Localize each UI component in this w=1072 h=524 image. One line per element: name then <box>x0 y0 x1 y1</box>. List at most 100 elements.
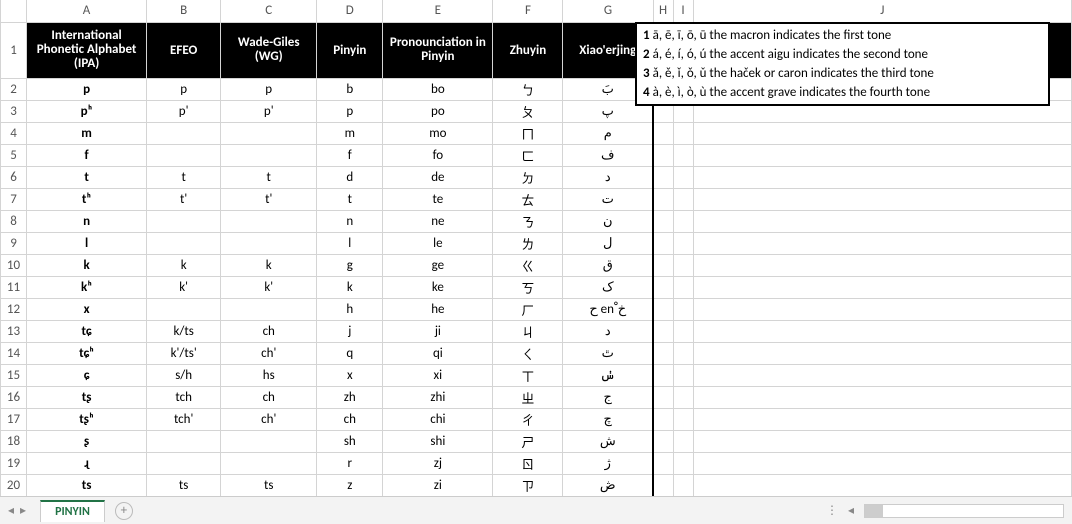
cell[interactable]: ㄓ <box>493 386 563 408</box>
cell[interactable] <box>221 452 317 474</box>
cell[interactable]: k <box>147 254 221 276</box>
cell[interactable] <box>221 210 317 232</box>
cell[interactable]: qi <box>383 342 493 364</box>
cell[interactable]: te <box>383 188 493 210</box>
cell[interactable]: ke <box>383 276 493 298</box>
row-header[interactable]: 14 <box>1 342 27 364</box>
col-header[interactable]: F <box>493 0 563 22</box>
col-header[interactable]: B <box>147 0 221 22</box>
cell[interactable] <box>673 232 693 254</box>
cell[interactable] <box>673 144 693 166</box>
row-header[interactable]: 5 <box>1 144 27 166</box>
cell[interactable]: ㄔ <box>493 408 563 430</box>
col-header[interactable]: J <box>693 0 1071 22</box>
horizontal-scrollbar[interactable] <box>864 504 1064 518</box>
row-header[interactable]: 9 <box>1 232 27 254</box>
cell[interactable]: ن <box>563 210 653 232</box>
cell[interactable] <box>693 364 1071 386</box>
col-header[interactable]: I <box>673 0 693 22</box>
col-header[interactable]: D <box>317 0 383 22</box>
cell[interactable]: l <box>27 232 147 254</box>
row-header[interactable]: 17 <box>1 408 27 430</box>
row-header[interactable]: 1 <box>1 22 27 78</box>
cell[interactable]: m <box>317 122 383 144</box>
cell[interactable] <box>653 430 673 452</box>
cell[interactable] <box>221 232 317 254</box>
cell[interactable]: b <box>317 78 383 100</box>
cell[interactable]: ㄉ <box>493 166 563 188</box>
cell[interactable]: ㄊ <box>493 188 563 210</box>
cell[interactable] <box>673 320 693 342</box>
cell[interactable] <box>673 166 693 188</box>
cell[interactable]: r <box>317 452 383 474</box>
cell[interactable] <box>673 364 693 386</box>
cell[interactable]: ㄇ <box>493 122 563 144</box>
cell[interactable] <box>653 276 673 298</box>
col-header[interactable]: C <box>221 0 317 22</box>
cell[interactable]: ji <box>383 320 493 342</box>
cell[interactable]: f <box>27 144 147 166</box>
cell[interactable]: tʂ <box>27 386 147 408</box>
row-header[interactable]: 4 <box>1 122 27 144</box>
cell[interactable]: le <box>383 232 493 254</box>
cell[interactable]: ㄑ <box>493 342 563 364</box>
cell[interactable]: de <box>383 166 493 188</box>
cell[interactable] <box>653 144 673 166</box>
tab-split-handle-icon[interactable]: ⋮ <box>826 503 838 518</box>
cell[interactable] <box>693 276 1071 298</box>
cell[interactable]: d <box>317 166 383 188</box>
cell[interactable]: zhi <box>383 386 493 408</box>
col-header[interactable]: G <box>563 0 653 22</box>
cell[interactable]: t <box>317 188 383 210</box>
cell[interactable]: د <box>563 320 653 342</box>
cell[interactable] <box>147 298 221 320</box>
cell[interactable] <box>693 188 1071 210</box>
cell[interactable]: ک <box>563 276 653 298</box>
cell[interactable] <box>693 254 1071 276</box>
cell[interactable]: bo <box>383 78 493 100</box>
row-header[interactable]: 15 <box>1 364 27 386</box>
cell[interactable]: ㄈ <box>493 144 563 166</box>
cell[interactable]: ne <box>383 210 493 232</box>
cell[interactable] <box>693 210 1071 232</box>
cell[interactable]: ts <box>221 474 317 496</box>
cell[interactable]: ts <box>147 474 221 496</box>
cell[interactable]: sh <box>317 430 383 452</box>
cell[interactable]: t <box>27 166 147 188</box>
cell[interactable]: د <box>563 166 653 188</box>
cell[interactable] <box>693 232 1071 254</box>
cell[interactable]: zj <box>383 452 493 474</box>
cell[interactable]: ق <box>563 254 653 276</box>
cell[interactable] <box>693 386 1071 408</box>
cell[interactable] <box>653 342 673 364</box>
cell[interactable]: chi <box>383 408 493 430</box>
cell[interactable]: ㄏ <box>493 298 563 320</box>
cell[interactable]: k <box>317 276 383 298</box>
cell[interactable] <box>693 122 1071 144</box>
cell[interactable]: ts <box>27 474 147 496</box>
cell[interactable]: s/h <box>147 364 221 386</box>
cell[interactable]: k' <box>147 276 221 298</box>
cell[interactable] <box>693 144 1071 166</box>
cell[interactable]: j <box>317 320 383 342</box>
cell[interactable]: he <box>383 298 493 320</box>
col-header[interactable]: E <box>383 0 493 22</box>
col-header[interactable]: A <box>27 0 147 22</box>
cell[interactable]: ٿ <box>563 342 653 364</box>
row-header[interactable]: 7 <box>1 188 27 210</box>
row-header[interactable]: 3 <box>1 100 27 122</box>
cell[interactable]: ɕ <box>27 364 147 386</box>
row-header[interactable]: 10 <box>1 254 27 276</box>
cell[interactable]: ㄆ <box>493 100 563 122</box>
cell[interactable] <box>673 474 693 496</box>
cell[interactable]: tch' <box>147 408 221 430</box>
row-header[interactable]: 16 <box>1 386 27 408</box>
cell[interactable]: fo <box>383 144 493 166</box>
cell[interactable]: tɕ <box>27 320 147 342</box>
cell[interactable] <box>147 430 221 452</box>
cell[interactable] <box>653 386 673 408</box>
cell[interactable] <box>653 364 673 386</box>
cell[interactable]: mo <box>383 122 493 144</box>
scroll-left-icon[interactable]: ◂ <box>848 503 854 518</box>
add-sheet-button[interactable]: + <box>115 502 133 520</box>
